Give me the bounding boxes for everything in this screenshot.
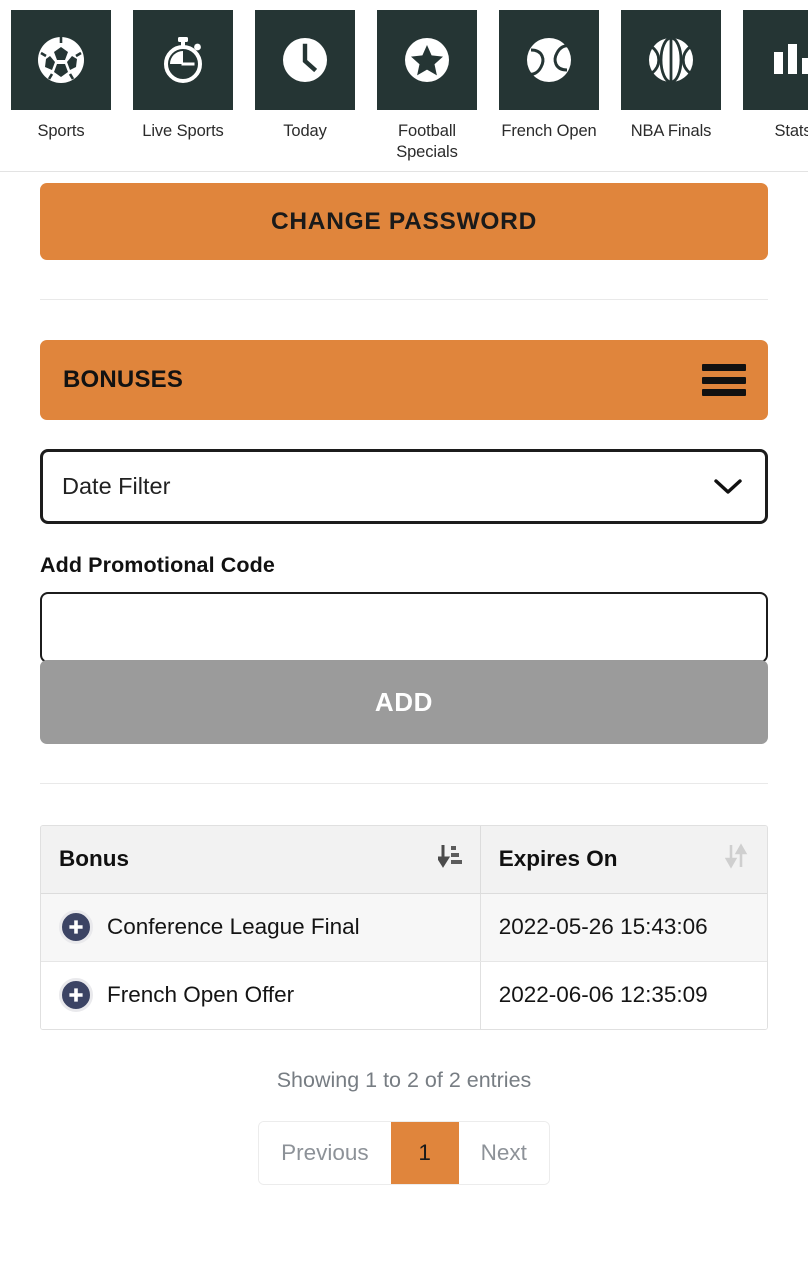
- bonuses-table: Bonus Expires On Conference League Final…: [40, 825, 768, 1030]
- pagination-previous-button[interactable]: Previous: [259, 1122, 391, 1184]
- promo-code-label: Add Promotional Code: [40, 553, 275, 577]
- bar-chart-icon: [767, 34, 808, 86]
- clock-icon: [279, 34, 331, 86]
- nav-item-today[interactable]: Today: [255, 10, 355, 142]
- cell-expires-on: 2022-06-06 12:35:09: [480, 961, 767, 1029]
- cell-bonus: Conference League Final: [41, 893, 481, 962]
- pager-group: Previous 1 Next: [258, 1121, 550, 1185]
- promo-code-input[interactable]: [40, 592, 768, 663]
- stopwatch-icon: [157, 34, 209, 86]
- section-divider-2: [40, 783, 768, 784]
- basketball-icon: [645, 34, 697, 86]
- sports-nav-track: Sports Live Sports Today Football Specia…: [0, 10, 808, 163]
- table-header-row: Bonus Expires On: [41, 826, 767, 894]
- nav-label: French Open: [501, 122, 597, 140]
- nav-label: Football Specials: [396, 122, 458, 161]
- column-label: Expires On: [498, 846, 618, 872]
- pagination: Previous 1 Next: [40, 1121, 768, 1185]
- nav-tile-today[interactable]: [255, 10, 355, 110]
- column-header-bonus[interactable]: Bonus: [41, 826, 481, 894]
- nav-tile-nba-finals[interactable]: [621, 10, 721, 110]
- chevron-down-icon: [713, 478, 743, 496]
- nav-label: Sports: [37, 122, 85, 140]
- bonuses-section-header[interactable]: BONUSES: [40, 340, 768, 420]
- section-divider: [40, 299, 768, 300]
- table-row[interactable]: French Open Offer 2022-06-06 12:35:09: [41, 961, 767, 1029]
- nav-tile-stats[interactable]: [743, 10, 808, 110]
- plus-circle-icon[interactable]: [59, 910, 93, 944]
- nav-label: Stats: [774, 122, 808, 140]
- nav-item-football-specials[interactable]: Football Specials: [377, 10, 477, 163]
- sort-updown-icon[interactable]: [724, 843, 749, 875]
- column-label: Bonus: [59, 846, 129, 872]
- cell-bonus: French Open Offer: [41, 961, 481, 1029]
- star-circle-icon: [401, 34, 453, 86]
- sports-nav-strip[interactable]: Sports Live Sports Today Football Specia…: [0, 0, 808, 172]
- entries-summary: Showing 1 to 2 of 2 entries: [276, 1068, 532, 1092]
- nav-item-french-open[interactable]: French Open: [499, 10, 599, 142]
- table-body: Conference League Final 2022-05-26 15:43…: [41, 893, 767, 1029]
- pagination-next-button[interactable]: Next: [458, 1122, 549, 1184]
- date-filter-select[interactable]: Date Filter: [40, 449, 768, 524]
- nav-label: Live Sports: [142, 122, 224, 140]
- nav-tile-french-open[interactable]: [499, 10, 599, 110]
- nav-label: NBA Finals: [630, 122, 712, 140]
- soccer-ball-icon: [35, 34, 87, 86]
- nav-item-stats[interactable]: Stats: [743, 10, 808, 142]
- bonus-name: Conference League Final: [107, 914, 360, 939]
- sort-amount-down-icon[interactable]: [435, 843, 462, 875]
- nav-label: Today: [283, 122, 327, 140]
- tennis-ball-icon: [523, 34, 575, 86]
- account-page: CHANGE PASSWORD BONUSES Date Filter Add …: [0, 183, 808, 1185]
- plus-circle-icon[interactable]: [59, 978, 93, 1013]
- date-filter-label: Date Filter: [62, 473, 171, 499]
- nav-item-nba-finals[interactable]: NBA Finals: [621, 10, 721, 142]
- nav-tile-football-specials[interactable]: [377, 10, 477, 110]
- bonus-name: French Open Offer: [107, 982, 295, 1008]
- hamburger-icon[interactable]: [702, 364, 746, 396]
- bonuses-title: BONUSES: [63, 366, 184, 393]
- nav-item-live-sports[interactable]: Live Sports: [133, 10, 233, 142]
- table-row[interactable]: Conference League Final 2022-05-26 15:43…: [41, 893, 767, 962]
- pagination-page-1-button[interactable]: 1: [390, 1122, 459, 1184]
- column-header-expires-on[interactable]: Expires On: [480, 826, 767, 894]
- change-password-button[interactable]: CHANGE PASSWORD: [40, 183, 768, 260]
- nav-item-sports[interactable]: Sports: [11, 10, 111, 142]
- nav-tile-sports[interactable]: [11, 10, 111, 110]
- add-promo-button[interactable]: ADD: [40, 660, 768, 744]
- cell-expires-on: 2022-05-26 15:43:06: [480, 893, 767, 962]
- nav-tile-live-sports[interactable]: [133, 10, 233, 110]
